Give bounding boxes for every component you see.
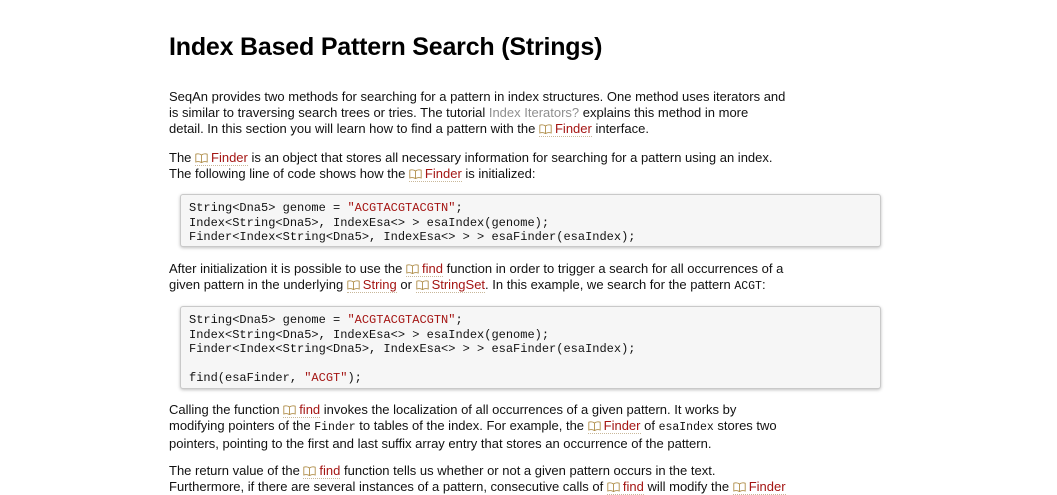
link-finder[interactable]: Finder	[587, 418, 641, 434]
book-icon	[283, 405, 296, 415]
link-find[interactable]: find	[606, 479, 644, 495]
link-find[interactable]: find	[406, 261, 443, 277]
book-icon	[588, 421, 601, 431]
inline-code: ACGT	[734, 280, 762, 293]
code-block-find: String<Dna5> genome = "ACGTACGTACGTN"; In…	[180, 306, 881, 389]
book-icon	[409, 169, 422, 179]
text: The following line of code shows how the	[169, 166, 409, 181]
text: modifying pointers of the	[169, 418, 315, 433]
link-finder[interactable]: Finder	[195, 150, 248, 166]
text: detail. In this section you will learn h…	[169, 121, 539, 136]
book-icon	[416, 280, 429, 290]
link-finder[interactable]: Finder	[538, 121, 592, 137]
text: SeqAn provides two methods for searching…	[169, 89, 786, 104]
text: invokes the localization of all occurren…	[320, 402, 737, 417]
book-icon	[406, 264, 419, 274]
book-icon	[303, 466, 316, 476]
link-string[interactable]: String	[346, 277, 397, 293]
text: pointers, pointing to the first and last…	[169, 436, 712, 451]
text: to tables of the index. For example, the	[355, 418, 588, 433]
page-title: Index Based Pattern Search (Strings)	[169, 33, 603, 61]
text: of	[640, 418, 659, 433]
book-icon	[733, 482, 746, 492]
text: After initialization it is possible to u…	[169, 261, 407, 276]
book-icon	[539, 124, 552, 134]
link-find[interactable]: find	[283, 402, 321, 418]
find-paragraph: After initialization it is possible to u…	[169, 261, 909, 295]
text: is initialized:	[461, 166, 536, 181]
book-icon	[607, 482, 620, 492]
text: :	[761, 277, 766, 292]
text: is an object that stores all necessary i…	[247, 150, 773, 165]
text: The	[169, 150, 196, 165]
text: function in order to trigger a search fo…	[442, 261, 784, 276]
link-finder[interactable]: Finder	[408, 166, 462, 182]
inline-code: esaIndex	[658, 421, 714, 434]
book-icon	[195, 153, 208, 163]
text: or	[396, 277, 416, 292]
text: . In this example, we search for the pat…	[485, 277, 735, 292]
book-icon	[347, 280, 360, 290]
return-value-paragraph: The return value of the find function te…	[169, 463, 909, 495]
text: given pattern in the underlying	[169, 277, 347, 292]
text: function tells us whether or not a given…	[340, 463, 716, 478]
intro-paragraph: SeqAn provides two methods for searching…	[169, 89, 909, 137]
link-finder[interactable]: Finder	[732, 479, 786, 495]
text: Calling the function	[169, 402, 284, 417]
text: The return value of the	[169, 463, 304, 478]
finder-paragraph: The Finder is an object that stores all …	[169, 150, 909, 182]
link-stringset[interactable]: StringSet	[415, 277, 486, 293]
localization-paragraph: Calling the function find invokes the lo…	[169, 402, 909, 452]
text: explains this method in more	[579, 105, 749, 120]
inline-code: Finder	[314, 421, 356, 434]
link-find[interactable]: find	[303, 463, 341, 479]
code-block-init: String<Dna5> genome = "ACGTACGTACGTN"; In…	[180, 194, 881, 247]
text: interface.	[591, 121, 649, 136]
link-index-iterators[interactable]: Index Iterators?	[489, 105, 579, 120]
text: is similar to traversing search trees or…	[169, 105, 489, 120]
text: stores two	[713, 418, 777, 433]
